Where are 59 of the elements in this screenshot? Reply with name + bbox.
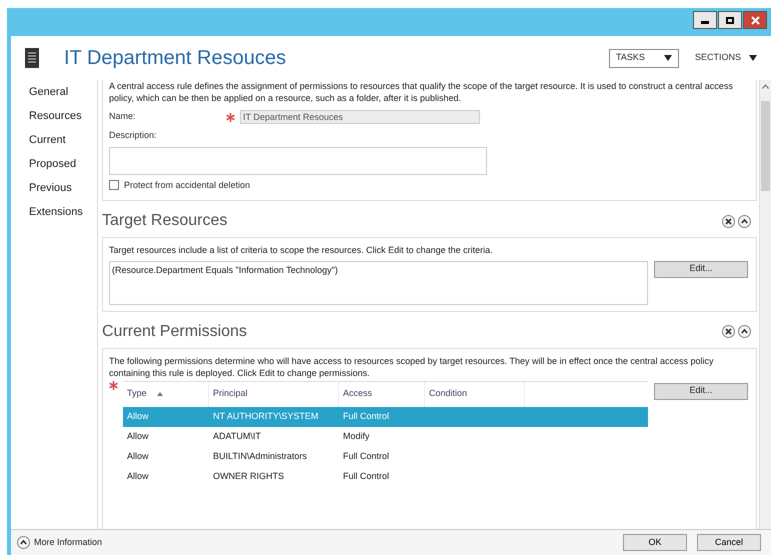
nav-link[interactable]: Proposed <box>29 156 97 172</box>
permission-row[interactable]: Allow ADATUM\IT Modify <box>123 426 648 446</box>
edit-button[interactable]: Edit... <box>654 382 748 400</box>
table-cell-text: Allow <box>126 450 150 463</box>
close-section-icon[interactable] <box>722 214 735 228</box>
table-cell-text: NT AUTHORITY\SYSTEM <box>212 410 320 423</box>
permission-row[interactable]: Allow BUILTIN\Administrators Full Control <box>123 446 648 466</box>
more-information-link[interactable]: More Information <box>34 536 102 550</box>
close-section-icon[interactable] <box>722 325 735 338</box>
nav-link[interactable]: Extensions <box>29 204 97 220</box>
cancel-button[interactable]: Cancel <box>697 534 761 551</box>
target-hint: Target resources include a list of criteria to scope the resources. Click Edit to change the criteria. <box>109 244 494 257</box>
permissions-hint: The following permissions determine who will have access to resources scoped by target resources. They will be in effect once the central access policy containing this rule is deployed. Click Edit to change permissions. <box>109 354 714 378</box>
collapse-icon[interactable] <box>738 325 751 338</box>
table-cell-text: Allow <box>126 470 150 483</box>
dropdown-caret-icon <box>664 55 672 61</box>
scrollbar[interactable] <box>759 80 771 529</box>
edit-button[interactable]: Edit... <box>654 260 748 278</box>
required-icon <box>109 380 118 390</box>
permission-row[interactable]: Allow OWNER RIGHTS Full Control <box>123 466 648 486</box>
name-label: Name: <box>109 110 137 124</box>
checkbox[interactable] <box>109 180 119 190</box>
checkbox-label: Protect from accidental deletion <box>124 178 250 192</box>
nav-link[interactable]: Current <box>29 132 97 148</box>
table-cell-text: OWNER RIGHTS <box>212 470 285 483</box>
ok-button[interactable]: OK <box>623 534 687 551</box>
menu-icon[interactable] <box>25 48 39 68</box>
required-icon <box>226 112 235 122</box>
criteria-field[interactable]: (Resource.Department Equals "Information Technology") <box>109 260 648 304</box>
rule-description: A central access rule defines the assignment of permissions to resources that qualify the scope of the target resource. It is used to construct a central access policy, which can be then be applied on a resource, such as a folder, after it is published. <box>109 80 734 104</box>
section-title: Current Permissions <box>102 322 247 342</box>
table-cell-text: Full Control <box>342 450 390 463</box>
expand-icon[interactable] <box>17 536 30 549</box>
minimize-button[interactable] <box>693 11 717 29</box>
maximize-button[interactable] <box>718 11 742 29</box>
sections-dropdown[interactable]: SECTIONS <box>694 48 757 68</box>
nav-link[interactable]: General <box>29 84 97 100</box>
description-field[interactable] <box>109 146 487 174</box>
table-cell-text: BUILTIN\Administrators <box>212 450 308 463</box>
table-cell-text: Allow <box>126 430 150 443</box>
sort-caret-icon <box>156 392 163 396</box>
close-button[interactable] <box>743 11 767 29</box>
description-label: Description: <box>109 129 158 142</box>
scroll-up-icon[interactable] <box>762 84 769 89</box>
table-cell-text: ADATUM\IT <box>212 430 262 443</box>
table-cell-text: Modify <box>342 430 371 443</box>
tasks-dropdown[interactable]: TASKS <box>608 48 679 68</box>
nav-link[interactable]: Resources <box>29 108 97 124</box>
dropdown-caret-icon <box>749 55 757 61</box>
name-field[interactable]: IT Department Resouces <box>240 110 480 124</box>
nav-link[interactable]: Previous <box>29 180 97 196</box>
section-title: Target Resources <box>102 211 228 231</box>
scrollbar-thumb[interactable] <box>761 101 770 191</box>
collapse-icon[interactable] <box>738 214 751 228</box>
table-cell-text: Full Control <box>342 410 390 423</box>
table-cell-text: Full Control <box>342 470 390 483</box>
page-title: IT Department Resouces <box>64 46 286 71</box>
table-cell-text: Allow <box>126 410 150 423</box>
close-icon <box>750 16 760 24</box>
